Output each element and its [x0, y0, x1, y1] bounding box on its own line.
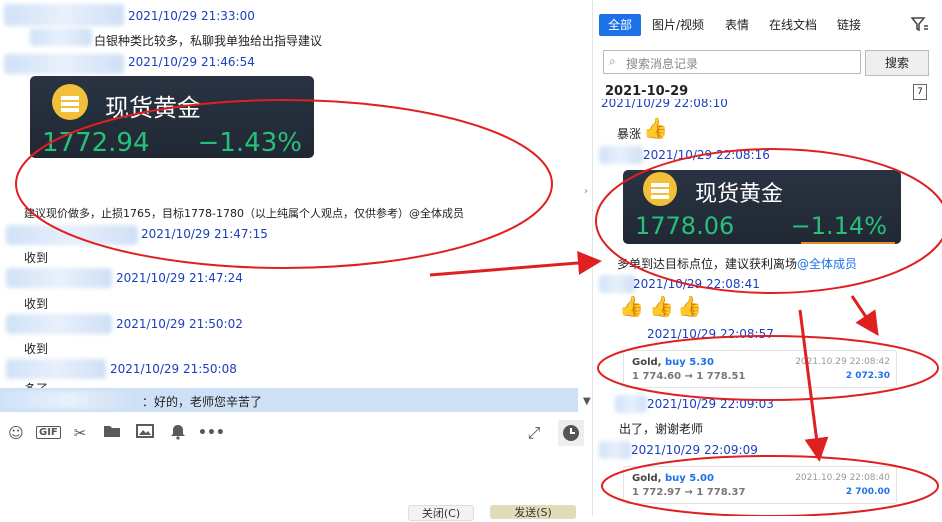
- search-placeholder: 搜索消息记录: [626, 57, 699, 71]
- gold-coin-icon: [52, 84, 88, 120]
- gold-quote-card[interactable]: 现货黄金 1778.06 −1.14%: [623, 170, 901, 244]
- gold-quote-card[interactable]: 现货黄金 1772.94 −1.43%: [30, 76, 314, 158]
- trade-profit: 2 072.30: [845, 371, 890, 381]
- message-timestamp: 2021/10/29 22:08:41: [633, 277, 760, 291]
- card-title: 现货黄金: [105, 94, 201, 122]
- trade-card[interactable]: Gold, buy 5.30 1 774.60 → 1 778.51 2021.…: [623, 350, 897, 388]
- message-text: 暴涨: [617, 127, 642, 141]
- folder-icon[interactable]: [102, 424, 122, 442]
- trade-profit: 2 700.00: [845, 487, 890, 497]
- trade-time: 2021.10.29 22:08:42: [795, 357, 890, 367]
- tab-online-docs[interactable]: 在线文档: [767, 14, 819, 36]
- card-change: −1.14%: [790, 212, 887, 240]
- message-text: 收到: [24, 342, 49, 356]
- tab-stickers[interactable]: 表情: [721, 14, 753, 36]
- trade-prices: 1 774.60 → 1 778.51: [632, 371, 746, 382]
- quote-reply-bar[interactable]: ：好的，老师您辛苦了: [0, 388, 578, 412]
- sender-name-blur: [30, 28, 92, 46]
- more-icon[interactable]: •••: [198, 424, 225, 442]
- tab-links[interactable]: 链接: [833, 14, 865, 36]
- emoji-icon[interactable]: ☺: [6, 424, 26, 442]
- card-price: 1772.94: [42, 128, 150, 158]
- quote-reply-text: ：好的，老师您辛苦了: [142, 395, 263, 409]
- message-text: 建议现价做多，止损1765，目标1778-1780（以上纯属个人观点，仅供参考）…: [24, 207, 464, 220]
- tab-images-videos[interactable]: 图片/视频: [649, 14, 707, 36]
- gold-coin-icon: [643, 172, 677, 206]
- clock-icon[interactable]: [558, 420, 584, 446]
- sender-avatar-blur: [615, 395, 647, 413]
- message-timestamp: 2021/10/29 21:33:00: [128, 9, 255, 23]
- message-timestamp: 2021/10/29 21:47:15: [141, 227, 268, 241]
- message-text: 出了，谢谢老师: [619, 422, 704, 436]
- filter-icon[interactable]: [910, 16, 929, 35]
- chat-window: 2021/10/29 21:33:00 白银种类比较多，私聊我单独给出指导建议 …: [0, 0, 591, 521]
- gif-icon[interactable]: GIF: [36, 424, 61, 442]
- thumbs-up-icon: 👍: [677, 294, 702, 318]
- panel-collapse-icon[interactable]: ›: [584, 186, 588, 197]
- trade-symbol: Gold, buy 5.00: [632, 473, 714, 484]
- message-history-panel: 全部 图片/视频 表情 在线文档 链接 ⌕ 搜索消息记录 搜索 2021-10-…: [592, 0, 942, 516]
- sender-avatar-blur: [4, 4, 124, 26]
- date-header: 2021-10-29: [605, 84, 689, 99]
- trade-card[interactable]: Gold, buy 5.00 1 772.97 → 1 778.37 2021.…: [623, 466, 897, 504]
- sender-avatar-blur: [599, 275, 635, 293]
- thumbs-up-icon: 👍: [649, 294, 674, 318]
- card-price: 1778.06: [635, 212, 735, 240]
- tab-all[interactable]: 全部: [599, 14, 641, 36]
- scroll-down-icon[interactable]: ▼: [583, 396, 591, 407]
- send-button[interactable]: 发送(S): [490, 505, 576, 519]
- message-timestamp: 2021/10/29 22:08:16: [643, 148, 770, 162]
- sender-avatar-blur: [6, 225, 138, 245]
- message-text: 收到: [24, 251, 49, 265]
- message-timestamp: 2021/10/29 21:50:08: [110, 362, 237, 376]
- search-button[interactable]: 搜索: [865, 50, 929, 76]
- message-timestamp: 2021/10/29 21:47:24: [116, 271, 243, 285]
- bell-icon[interactable]: [168, 424, 188, 442]
- sender-avatar-blur: [599, 441, 631, 459]
- calendar-icon[interactable]: 7: [913, 84, 927, 100]
- scissors-icon[interactable]: ✂: [70, 424, 90, 442]
- sender-avatar-blur: [6, 268, 112, 288]
- message-timestamp: 2021/10/29 22:08:10: [601, 99, 728, 108]
- mention-link[interactable]: @全体成员: [797, 257, 857, 271]
- message-text: 白银种类比较多，私聊我单独给出指导建议: [94, 34, 323, 48]
- quoted-sender-blur: [0, 391, 136, 409]
- message-timestamp: 2021/10/29 22:09:09: [631, 443, 758, 457]
- message-timestamp: 2021/10/29 22:08:57: [647, 327, 774, 341]
- thumbs-up-icon: 👍: [643, 116, 668, 140]
- message-timestamp: 2021/10/29 22:09:03: [647, 397, 774, 411]
- message-timestamp: 2021/10/29 21:50:02: [116, 317, 243, 331]
- sender-avatar-blur: [599, 146, 643, 164]
- image-icon[interactable]: [135, 424, 155, 442]
- trade-prices: 1 772.97 → 1 778.37: [632, 487, 746, 498]
- message-text: 多单到达目标点位，建议获利离场@全体成员: [617, 255, 857, 272]
- expand-icon[interactable]: ⤢: [524, 424, 544, 442]
- thumbs-up-icon: 👍: [619, 294, 644, 318]
- trade-symbol: Gold, buy 5.30: [632, 357, 714, 368]
- message-body: 多单到达目标点位，建议获利离场: [617, 257, 798, 271]
- search-input[interactable]: ⌕ 搜索消息记录: [603, 50, 861, 74]
- card-title: 现货黄金: [695, 182, 784, 207]
- sender-avatar-blur: [6, 314, 112, 334]
- message-timestamp: 2021/10/29 21:46:54: [128, 55, 255, 69]
- card-accent-line: [801, 242, 895, 244]
- close-button[interactable]: 关闭(C): [408, 505, 474, 521]
- message-text: 收到: [24, 297, 49, 311]
- search-icon: ⌕: [609, 54, 616, 68]
- sender-avatar-blur: [6, 359, 106, 379]
- sender-avatar-blur: [4, 54, 124, 74]
- trade-time: 2021.10.29 22:08:40: [795, 473, 890, 483]
- message-text: 多了: [24, 380, 48, 388]
- card-change: −1.43%: [197, 128, 302, 158]
